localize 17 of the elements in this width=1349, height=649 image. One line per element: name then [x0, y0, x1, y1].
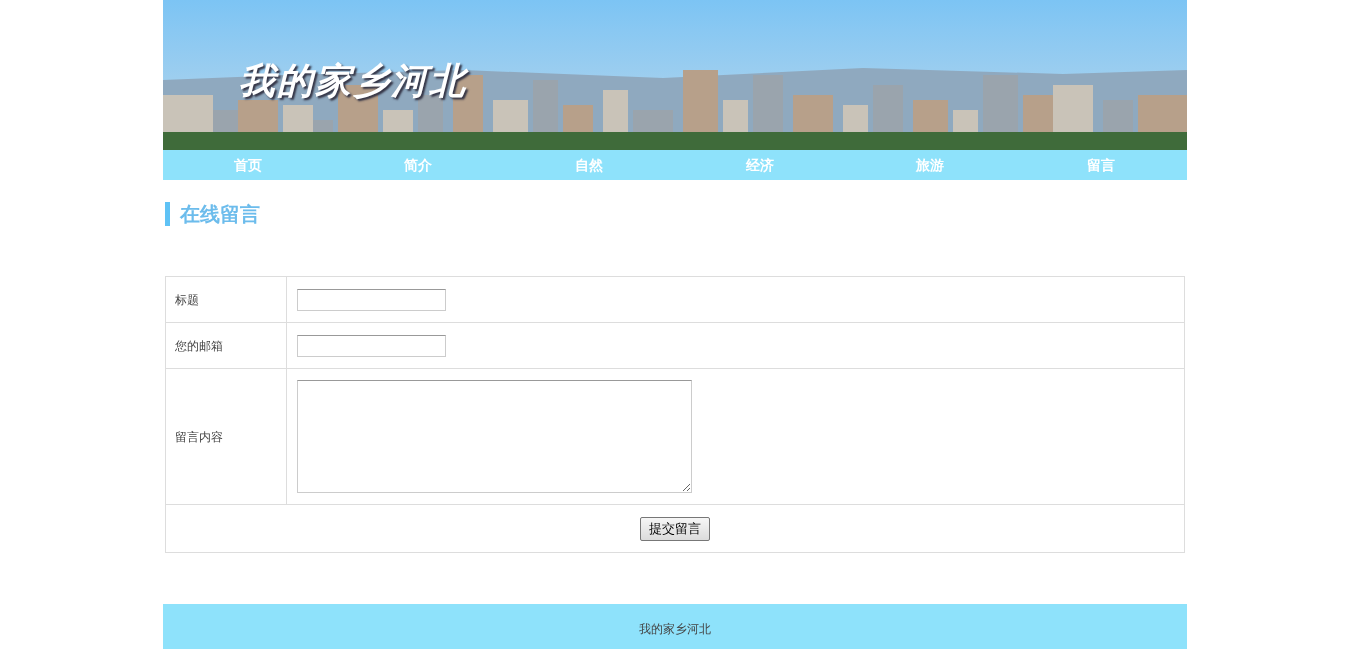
- message-textarea[interactable]: [296, 380, 692, 493]
- footer-text: 我的家乡河北: [638, 621, 711, 638]
- input-field[interactable]: [296, 288, 446, 311]
- nav-link[interactable]: 首页: [162, 150, 334, 180]
- input-field[interactable]: [296, 334, 446, 357]
- nav-link[interactable]: 简介: [333, 150, 504, 180]
- nav-link[interactable]: 自然: [503, 150, 675, 180]
- section-heading: 在线留言: [179, 201, 260, 228]
- banner-title: 我的家乡河北: [238, 59, 467, 103]
- field-label: 您的邮箱: [165, 322, 286, 369]
- field-label: 留言内容: [165, 368, 286, 505]
- nav-link[interactable]: 经济: [674, 150, 846, 180]
- field-label: 标题: [165, 276, 286, 323]
- nav-link[interactable]: 旅游: [845, 150, 1016, 180]
- heading-accent-bar: [164, 202, 170, 226]
- nav-link[interactable]: 留言: [1015, 150, 1187, 180]
- submit-button[interactable]: 提交留言: [639, 516, 710, 541]
